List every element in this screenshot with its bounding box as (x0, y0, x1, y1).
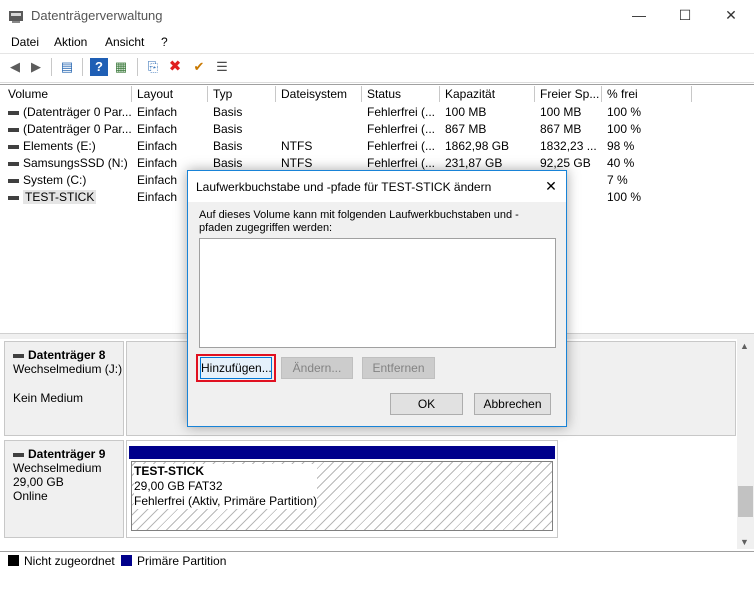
back-arrow-icon[interactable]: ◀ (6, 58, 24, 76)
change-button[interactable]: Ändern... (281, 357, 353, 379)
column-header-dateisystem[interactable]: Dateisystem (276, 86, 362, 102)
table-cell: 100 % (607, 122, 642, 136)
disk-management-app-icon (8, 8, 24, 24)
maximize-button[interactable]: ☐ (662, 0, 708, 32)
check-icon[interactable]: ✔ (190, 58, 208, 76)
remove-button[interactable]: Entfernen (362, 357, 435, 379)
table-cell (276, 104, 362, 121)
toolbar-separator (137, 58, 138, 76)
disk-size: 29,00 GB (13, 475, 64, 489)
forward-arrow-icon[interactable]: ▶ (27, 58, 45, 76)
toolbar-separator (51, 58, 52, 76)
table-cell: Einfach (137, 122, 178, 136)
disk-size (13, 376, 123, 391)
partition-size: 29,00 GB FAT32 (134, 479, 223, 493)
table-cell: Basis (213, 139, 243, 153)
minimize-button[interactable]: — (616, 0, 662, 32)
drive-icon (8, 144, 19, 149)
column-header-prozent-frei[interactable]: % frei (602, 86, 692, 102)
table-cell-volume[interactable]: SamsungsSSD (N:) (3, 155, 132, 172)
disk-name: Datenträger 9 (28, 447, 106, 461)
table-cell-volume[interactable]: Elements (E:) (3, 138, 132, 155)
table-cell-volume[interactable]: (Datenträger 0 Par... (3, 104, 132, 121)
disk-status: Kein Medium (13, 391, 84, 405)
column-header-typ[interactable]: Typ (208, 86, 276, 102)
ok-button[interactable]: OK (390, 393, 463, 415)
disk-type: Wechselmedium (13, 461, 102, 475)
legend-swatch-primary (121, 555, 132, 566)
column-header-volume[interactable]: Volume (3, 86, 132, 102)
legend-label: Nicht zugeordnet (24, 554, 115, 568)
dialog-description: Auf dieses Volume kann mit folgenden Lau… (199, 209, 519, 234)
scroll-up-icon[interactable]: ▲ (740, 341, 749, 351)
connect-icon[interactable]: ⎘ (144, 58, 162, 76)
menu-help[interactable]: ? (161, 35, 168, 49)
scrollbar-thumb[interactable] (738, 486, 753, 517)
table-cell: Einfach (137, 139, 178, 153)
drive-path-list[interactable] (199, 238, 556, 348)
table-cell: Fehlerfrei (... (367, 122, 436, 136)
dialog-close-icon[interactable]: ✕ (538, 176, 564, 198)
table-cell: 100 % (607, 190, 642, 204)
column-header-freier-speicher[interactable]: Freier Sp... (535, 86, 602, 102)
table-cell: 98 % (607, 139, 635, 153)
disk-8-label[interactable]: Datenträger 8 Wechselmedium (J:) Kein Me… (4, 341, 124, 436)
menu-aktion[interactable]: Aktion (54, 35, 87, 49)
menu-datei[interactable]: Datei (11, 35, 39, 49)
table-cell (276, 121, 362, 138)
partition-info: TEST-STICK 29,00 GB FAT32 Fehlerfrei (Ak… (134, 464, 318, 509)
delete-x-icon[interactable]: ✖ (166, 58, 184, 76)
table-cell: 100 MB (540, 105, 582, 119)
table-cell: Fehlerfrei (... (367, 105, 436, 119)
table-cell: Basis (213, 122, 243, 136)
table-cell: 867 MB (540, 122, 582, 136)
table-cell: 100 MB (445, 105, 487, 119)
table-cell: NTFS (281, 139, 313, 153)
window-title: Datenträgerverwaltung (31, 8, 163, 23)
drive-icon (13, 353, 24, 358)
disk-name: Datenträger 8 (28, 348, 106, 362)
table-cell-volume[interactable]: TEST-STICK (3, 189, 132, 206)
close-button[interactable]: ✕ (708, 0, 754, 32)
table-cell: Einfach (137, 105, 178, 119)
partition-status: Fehlerfrei (Aktiv, Primäre Partition) (134, 494, 318, 508)
primary-partition-bar (129, 446, 555, 459)
drive-icon (8, 161, 19, 166)
table-cell: 867 MB (445, 122, 487, 136)
dialog-title: Laufwerkbuchstabe und -pfade für TEST-ST… (196, 180, 492, 194)
cancel-button[interactable]: Abbrechen (474, 393, 551, 415)
column-header-status[interactable]: Status (362, 86, 440, 102)
table-cell: Basis (213, 105, 243, 119)
table-cell: 1832,23 ... (540, 139, 597, 153)
table-cell: 1862,98 GB (445, 139, 510, 153)
column-header-layout[interactable]: Layout (132, 86, 208, 102)
legend-label: Primäre Partition (137, 554, 227, 568)
disk-9-label[interactable]: Datenträger 9 Wechselmedium 29,00 GB Onl… (4, 440, 124, 538)
settings-icon[interactable]: ☰ (213, 58, 231, 76)
help-icon[interactable]: ? (90, 58, 108, 76)
properties-icon[interactable]: ▦ (112, 58, 130, 76)
menu-ansicht[interactable]: Ansicht (105, 35, 144, 49)
drive-icon (13, 452, 24, 457)
drive-icon (8, 195, 19, 200)
table-cell: 100 % (607, 105, 642, 119)
drive-icon (8, 110, 19, 115)
disk-status: Online (13, 489, 48, 503)
drive-icon (8, 127, 19, 132)
column-header-kapazitaet[interactable]: Kapazität (440, 86, 535, 102)
legend-swatch-unallocated (8, 555, 19, 566)
partition-name: TEST-STICK (134, 464, 205, 478)
add-button[interactable]: Hinzufügen... (200, 357, 272, 379)
disk-list-icon[interactable]: ▤ (58, 58, 76, 76)
table-cell-volume[interactable]: (Datenträger 0 Par... (3, 121, 132, 138)
vertical-scrollbar[interactable] (737, 339, 754, 549)
table-cell-volume[interactable]: System (C:) (3, 172, 132, 189)
table-cell: Fehlerfrei (... (367, 139, 436, 153)
table-cell: 40 % (607, 156, 635, 170)
scroll-down-icon[interactable]: ▼ (740, 537, 749, 547)
disk-type: Wechselmedium (J:) (13, 362, 123, 376)
table-cell: 7 % (607, 173, 628, 187)
toolbar-separator (82, 58, 83, 76)
drive-icon (8, 178, 19, 183)
